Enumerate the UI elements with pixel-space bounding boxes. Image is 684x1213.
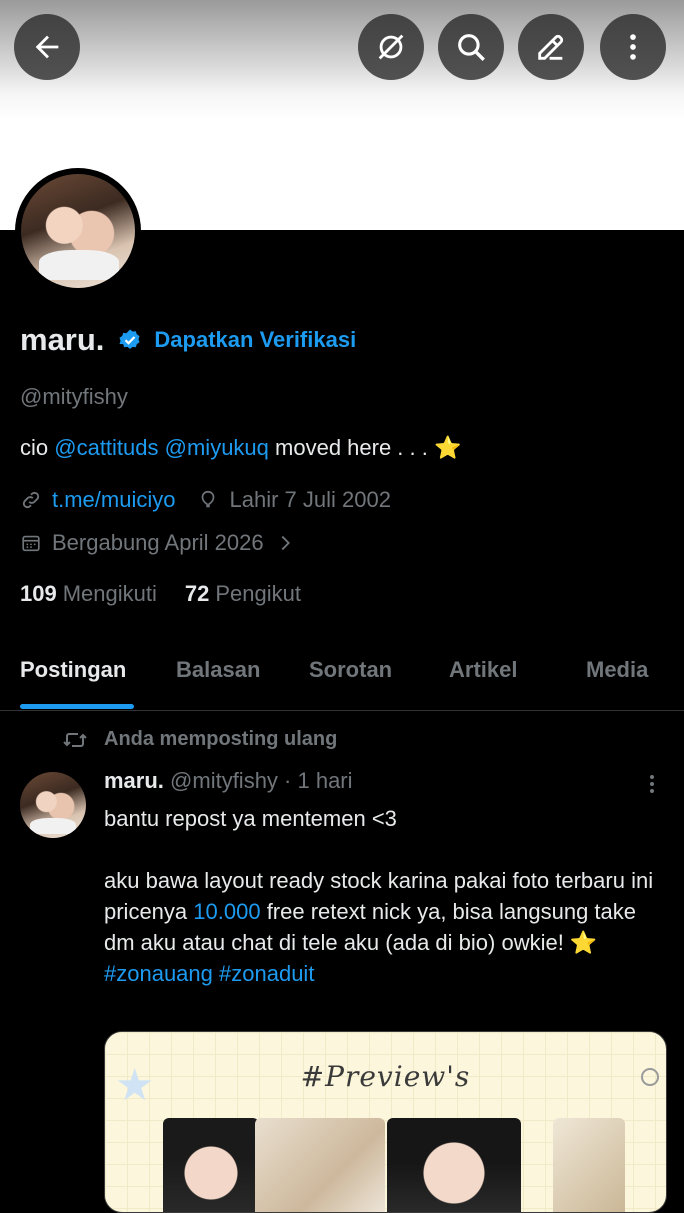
post-header: maru. @mityfishy · 1 hari xyxy=(104,768,353,794)
profile-birthday: Lahir 7 Juli 2002 xyxy=(229,487,391,512)
tab-sorotan[interactable]: Sorotan xyxy=(309,657,392,683)
repost-label: Anda memposting ulang xyxy=(104,728,338,750)
hashtag-zonauang[interactable]: #zonauang xyxy=(104,961,213,986)
edit-icon xyxy=(538,34,564,60)
post-line-1: bantu repost ya mentemen <3 xyxy=(104,806,397,831)
more-vertical-icon xyxy=(630,34,636,60)
bio-mention-miyukuq[interactable]: @miyukuq xyxy=(165,435,269,460)
link-icon xyxy=(22,491,40,509)
search-icon xyxy=(458,34,485,61)
profile-joined-date: Bergabung April 2026 xyxy=(52,530,264,555)
grok-icon xyxy=(378,34,404,60)
get-verified-link[interactable]: Dapatkan Verifikasi xyxy=(154,327,356,353)
following-label[interactable]: Mengikuti xyxy=(63,581,157,607)
post-blank-line xyxy=(104,834,664,865)
tab-artikel[interactable]: Artikel xyxy=(449,657,517,683)
bio-prefix: cio xyxy=(20,435,55,460)
profile-tabs: Postingan Balasan Sorotan Artikel Media xyxy=(0,640,684,711)
profile-avatar[interactable] xyxy=(15,168,141,294)
media-photo-4 xyxy=(553,1118,625,1212)
profile-website-link[interactable]: t.me/muiciyo xyxy=(52,487,175,513)
post-author-avatar[interactable] xyxy=(20,772,86,838)
post-author-meta: @mityfishy · 1 hari xyxy=(163,768,353,793)
search-button[interactable] xyxy=(438,14,504,80)
post-price: 10.000 xyxy=(193,899,261,924)
bio-mention-cattituds[interactable]: @cattituds xyxy=(54,435,158,460)
following-count[interactable]: 109 xyxy=(20,581,57,607)
media-photo-3 xyxy=(387,1118,521,1212)
profile-handle: @mityfishy xyxy=(20,384,128,409)
repost-indicator: Anda memposting ulang xyxy=(62,728,337,751)
media-photo-1 xyxy=(163,1118,259,1212)
media-photo-2 xyxy=(255,1118,385,1212)
repost-icon xyxy=(63,732,87,747)
verified-badge-icon[interactable] xyxy=(118,328,142,352)
display-name: maru. xyxy=(20,322,105,357)
followers-count[interactable]: 72 xyxy=(185,581,209,607)
post-media-image[interactable]: ★ #Preview's xyxy=(104,1031,667,1213)
post-hashtags: #zonauang #zonaduit xyxy=(104,958,664,989)
chevron-right-icon xyxy=(281,535,290,551)
edit-profile-button[interactable] xyxy=(518,14,584,80)
arrow-left-icon xyxy=(35,35,59,59)
tab-postingan[interactable]: Postingan xyxy=(20,657,126,683)
tab-balasan[interactable]: Balasan xyxy=(176,657,260,683)
followers-label[interactable]: Pengikut xyxy=(215,581,301,607)
post-text: bantu repost ya mentemen <3 aku bawa lay… xyxy=(104,803,664,989)
post-more-icon[interactable] xyxy=(640,772,664,796)
balloon-icon xyxy=(202,490,215,508)
name-row: maru. Dapatkan Verifikasi xyxy=(20,322,356,358)
active-tab-indicator xyxy=(20,704,134,709)
back-button[interactable] xyxy=(14,14,80,80)
calendar-icon xyxy=(22,535,40,552)
bio-suffix: moved here . . . ⭐ xyxy=(268,435,462,460)
avatar-image xyxy=(21,174,135,288)
post-paragraph: aku bawa layout ready stock karina pakai… xyxy=(104,865,664,958)
more-options-button[interactable] xyxy=(600,14,666,80)
grok-button[interactable] xyxy=(358,14,424,80)
ring-decoration-icon xyxy=(641,1068,659,1086)
profile-joined-row[interactable]: Bergabung April 2026 xyxy=(20,530,306,556)
profile-meta-row: t.me/muiciyo Lahir 7 Juli 2002 xyxy=(20,487,391,513)
post-author-name[interactable]: maru. xyxy=(104,768,164,793)
hashtag-zonaduit[interactable]: #zonaduit xyxy=(219,961,314,986)
profile-bio: cio @cattituds @miyukuq moved here . . .… xyxy=(20,435,461,461)
tab-media[interactable]: Media xyxy=(586,657,648,683)
media-title-text: #Preview's xyxy=(300,1060,471,1093)
follow-stats: 109 Mengikuti 72 Pengikut xyxy=(20,581,329,607)
